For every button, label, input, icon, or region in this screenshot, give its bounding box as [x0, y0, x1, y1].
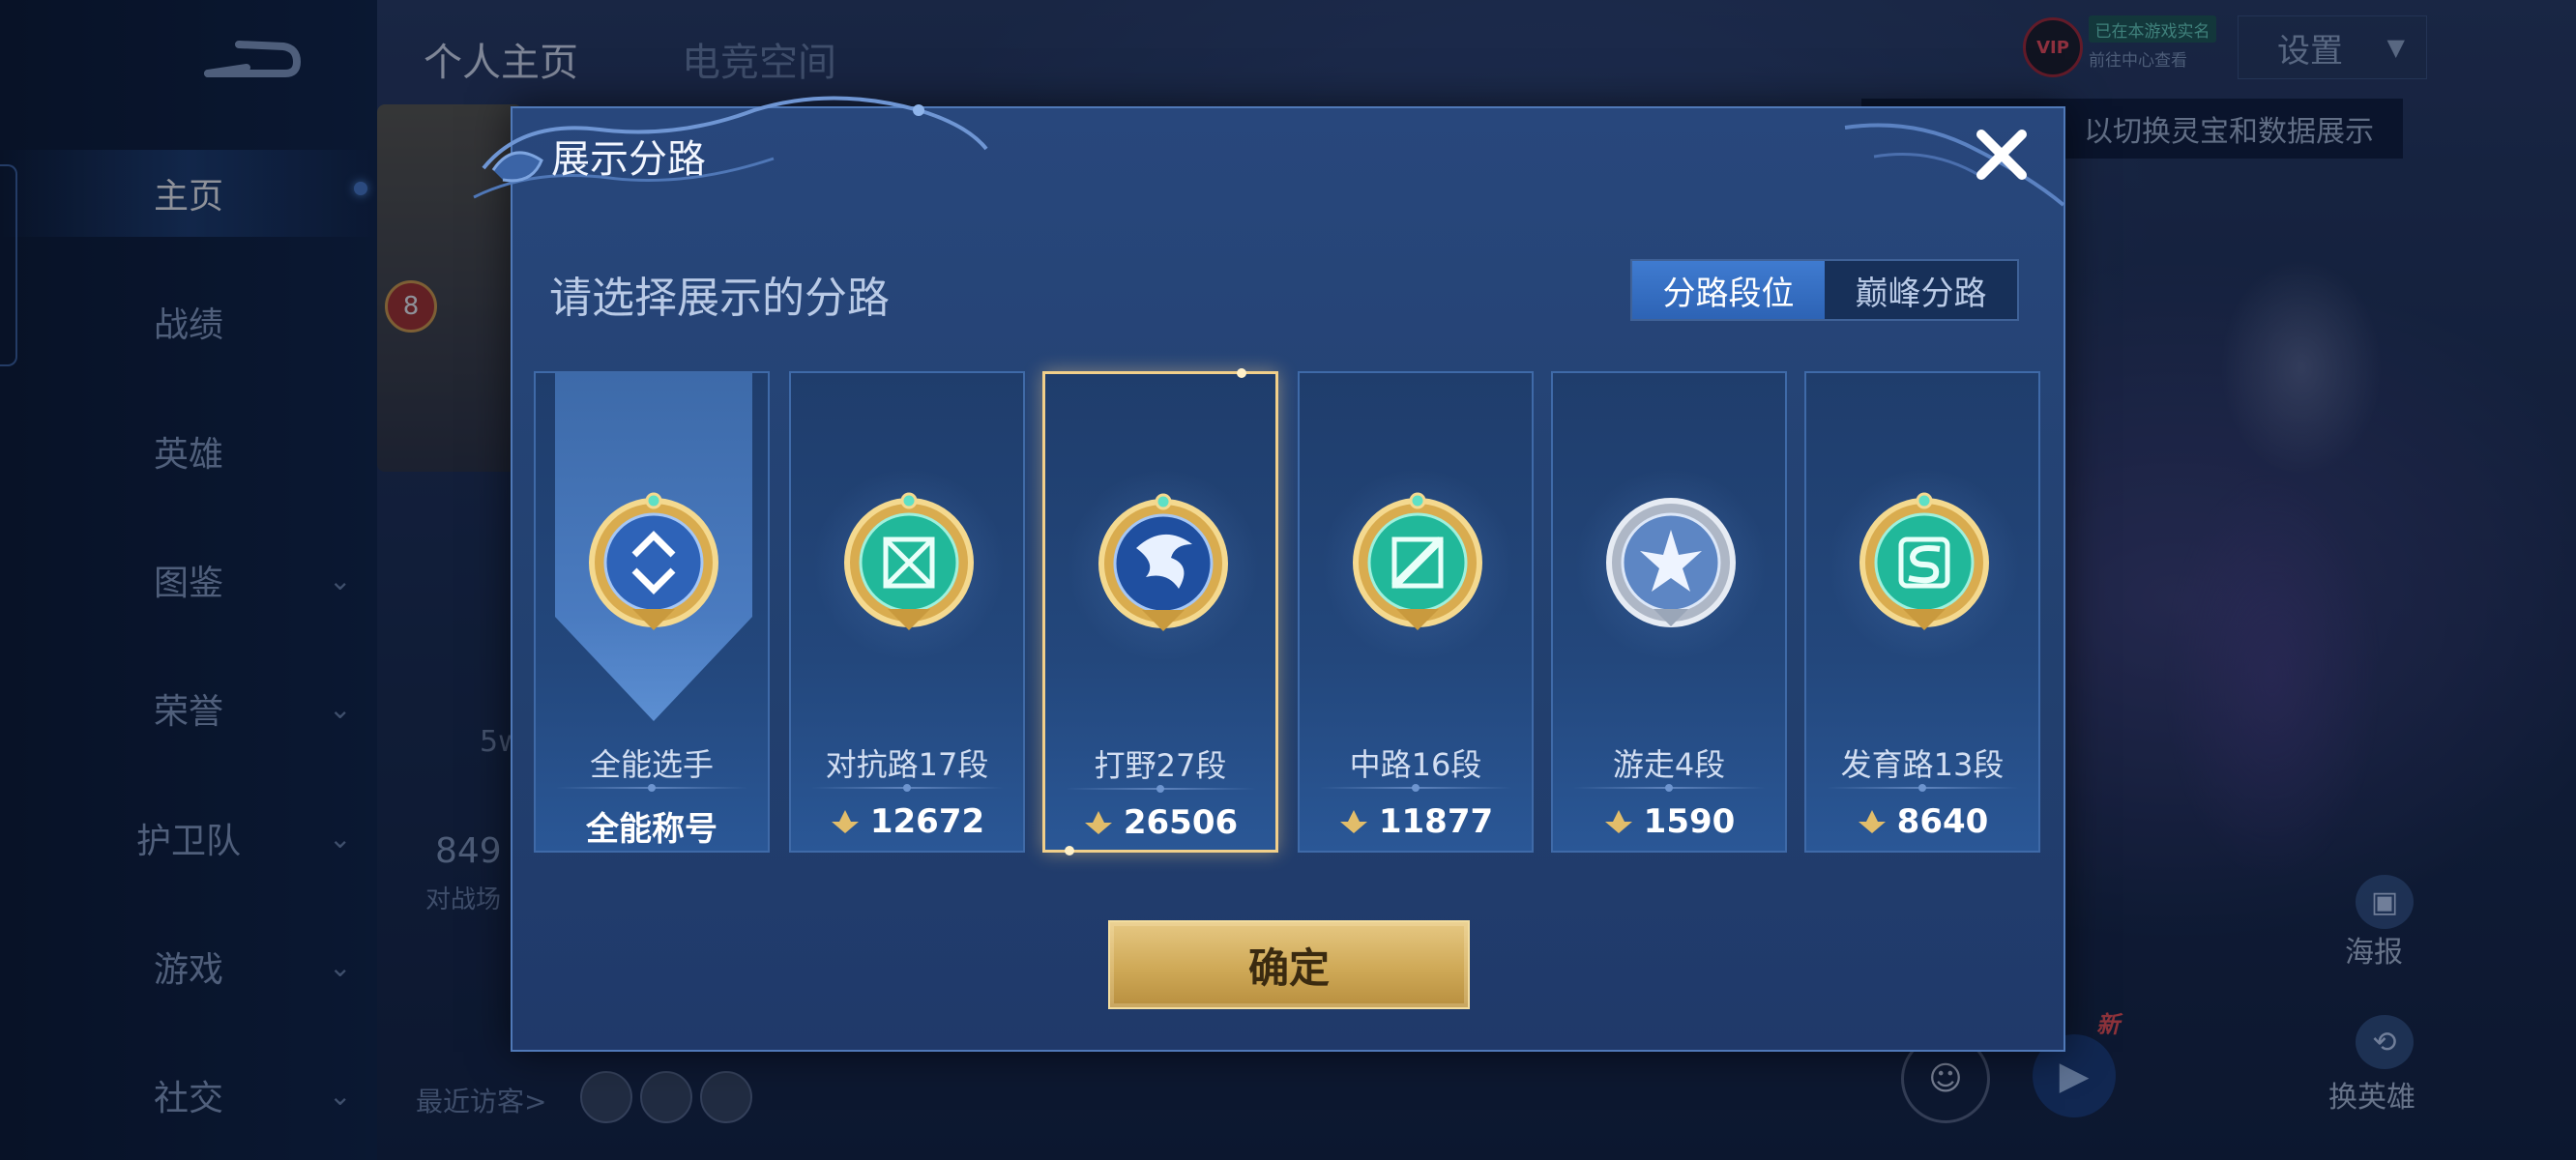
lane-card-mid[interactable]: 中路16段 11877	[1298, 371, 1534, 853]
lane-card-all-round[interactable]: 全能选手 全能称号	[534, 371, 770, 853]
farm-lane-emblem-icon	[1847, 487, 2002, 642]
points-icon	[1084, 811, 1112, 834]
points-icon	[1858, 810, 1886, 833]
card-divider	[1572, 784, 1766, 792]
dialog-subtitle: 请选择展示的分路	[549, 274, 890, 323]
lane-card-score-value: 12672	[869, 802, 985, 841]
lane-display-dialog: 展示分路 请选择展示的分路 分路段位 巅峰分路 全能选手 全能称号 对抗路17段…	[473, 96, 2065, 1052]
selected-corner-dot	[1237, 368, 1246, 378]
lane-card-score: 8640	[1806, 802, 2038, 841]
jungle-emblem-icon	[1086, 488, 1241, 643]
lane-card-roam[interactable]: 游走4段 1590	[1551, 371, 1787, 853]
tab-lane-rank[interactable]: 分路段位	[1632, 261, 1825, 319]
lane-card-score-value: 11877	[1378, 802, 1494, 841]
tab-peak-lane[interactable]: 巅峰分路	[1825, 261, 2017, 319]
lane-card-clash[interactable]: 对抗路17段 12672	[789, 371, 1025, 853]
close-button[interactable]	[1971, 124, 2033, 186]
roam-emblem-icon	[1594, 487, 1748, 642]
lane-card-score: 全能称号	[536, 802, 768, 850]
card-divider	[1319, 784, 1512, 792]
cloud-ornament-icon	[1844, 123, 2065, 207]
dialog-title: 展示分路	[551, 137, 706, 182]
confirm-button[interactable]: 确定	[1108, 920, 1470, 1009]
lane-card-score-value: 全能称号	[586, 810, 717, 849]
all-round-emblem-icon	[576, 487, 731, 642]
lane-card-score-value: 1590	[1643, 802, 1736, 841]
lane-card-score: 1590	[1553, 802, 1785, 841]
lane-card-score-value: 26506	[1123, 803, 1239, 842]
lane-card-score: 12672	[791, 802, 1023, 841]
card-divider	[1826, 784, 2019, 792]
lane-card-name: 中路16段	[1349, 746, 1482, 783]
mid-lane-emblem-icon	[1340, 487, 1495, 642]
lane-card-score-value: 8640	[1896, 802, 1989, 841]
close-icon	[1976, 130, 2027, 180]
lane-card-name: 打野27段	[1094, 747, 1227, 784]
card-divider	[555, 784, 748, 792]
lane-card-name: 全能选手	[589, 746, 714, 783]
lane-card-score: 26506	[1045, 803, 1275, 842]
points-icon	[1604, 810, 1632, 833]
lane-card-list: 全能选手 全能称号 对抗路17段 12672 打野27段 26506 中路16段…	[534, 368, 2052, 856]
lane-card-score: 11877	[1300, 802, 1532, 841]
card-divider	[1065, 785, 1256, 793]
points-icon	[831, 810, 859, 833]
card-divider	[810, 784, 1004, 792]
lane-card-jungle[interactable]: 打野27段 26506	[1042, 368, 1278, 856]
lane-card-farm[interactable]: 发育路13段 8640	[1804, 371, 2040, 853]
clash-lane-emblem-icon	[832, 487, 986, 642]
lane-mode-toggle: 分路段位 巅峰分路	[1630, 259, 2019, 321]
selected-corner-dot	[1065, 846, 1074, 856]
lane-card-name: 对抗路17段	[825, 746, 989, 783]
points-icon	[1339, 810, 1367, 833]
lane-card-name: 发育路13段	[1840, 746, 2005, 783]
lane-card-name: 游走4段	[1612, 746, 1726, 783]
